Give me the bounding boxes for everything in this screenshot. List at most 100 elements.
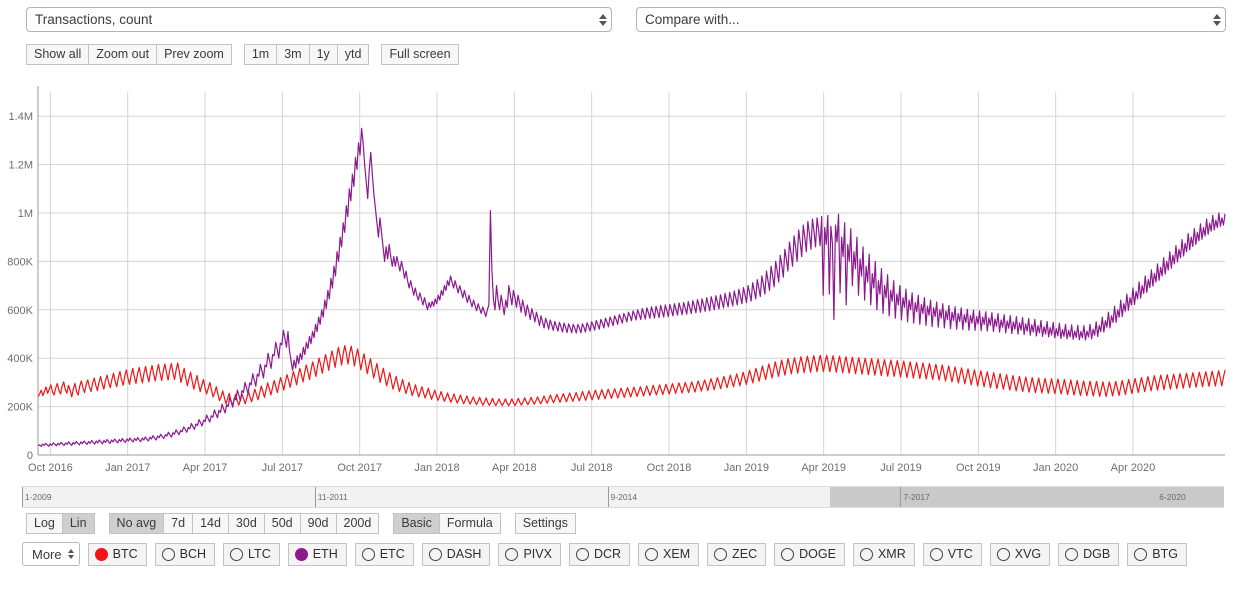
x-tick-label: Apr 2017: [183, 462, 228, 474]
coin-color-dot-pivx: [505, 548, 518, 561]
transactions-line-chart[interactable]: 0200K400K600K800K1M1.2M1.4M Oct 2016Jan …: [0, 74, 1234, 484]
x-tick-label: Oct 2016: [28, 462, 73, 474]
show-all-button[interactable]: Show all: [26, 44, 89, 65]
y-tick-label: 1M: [18, 208, 33, 220]
chevron-updown-icon[interactable]: [599, 14, 607, 26]
chart-toolbar: Show all Zoom out Prev zoom 1m 3m 1y ytd…: [0, 40, 1234, 68]
x-tick-label: Apr 2019: [801, 462, 846, 474]
x-tick-label: Jul 2017: [262, 462, 304, 474]
y-axis-labels: 0200K400K600K800K1M1.2M1.4M: [7, 111, 33, 462]
coin-color-dot-dash: [429, 548, 442, 561]
x-tick-label: Apr 2018: [492, 462, 537, 474]
coin-label: DGB: [1083, 547, 1110, 561]
range-3m-button[interactable]: 3m: [277, 44, 309, 65]
coin-label: ETC: [380, 547, 405, 561]
x-tick-label: Jan 2017: [105, 462, 150, 474]
navigator-label: 9-2014: [611, 492, 637, 502]
avg-50d-button[interactable]: 50d: [265, 513, 301, 534]
x-axis-labels: Oct 2016 Jan 2017 Apr 2017 Jul 2017 Oct 2017…: [28, 462, 1155, 474]
x-gridlines: [50, 92, 1133, 455]
coin-button-pivx[interactable]: PIVX: [498, 543, 561, 566]
navigator-tick: [608, 487, 609, 507]
coin-label: VTC: [948, 547, 973, 561]
coin-button-xmr[interactable]: XMR: [853, 543, 915, 566]
navigator-label: 11-2011: [318, 492, 348, 502]
range-navigator[interactable]: 1-200911-20119-20147-20176-2020: [22, 486, 1224, 508]
zoom-button-group: Show all Zoom out Prev zoom: [26, 44, 232, 65]
coin-color-dot-doge: [781, 548, 794, 561]
avg-none-button[interactable]: No avg: [109, 513, 165, 534]
coin-button-btc[interactable]: BTC: [88, 543, 147, 566]
coin-color-dot-vtc: [930, 548, 943, 561]
coin-label: ZEC: [732, 547, 757, 561]
avg-30d-button[interactable]: 30d: [229, 513, 265, 534]
settings-button[interactable]: Settings: [515, 513, 576, 534]
coin-label: DASH: [447, 547, 482, 561]
avg-14d-button[interactable]: 14d: [193, 513, 229, 534]
full-screen-button[interactable]: Full screen: [381, 44, 458, 65]
y-tick-label: 600K: [7, 305, 33, 317]
coin-label: XMR: [878, 547, 906, 561]
coin-buttons: BTC BCH LTC ETH ETC DASH PIVX DCR XEM ZEC DOGE XMR V…: [88, 543, 1187, 566]
chevron-updown-icon[interactable]: [68, 549, 74, 559]
metric-select[interactable]: Transactions, count: [26, 7, 612, 32]
navigator-tick: [315, 487, 316, 507]
coin-button-btg[interactable]: BTG: [1127, 543, 1187, 566]
range-1m-button[interactable]: 1m: [244, 44, 277, 65]
coin-label: BTC: [113, 547, 138, 561]
more-coins-button[interactable]: More: [22, 542, 80, 566]
coin-button-etc[interactable]: ETC: [355, 543, 414, 566]
coin-color-dot-xem: [645, 548, 658, 561]
coin-button-dgb[interactable]: DGB: [1058, 543, 1119, 566]
navigator-label: 1-2009: [25, 492, 51, 502]
chart-series: [38, 128, 1225, 446]
chart-area[interactable]: 0200K400K600K800K1M1.2M1.4M Oct 2016Jan …: [0, 74, 1234, 484]
scale-log-button[interactable]: Log: [26, 513, 63, 534]
x-tick-label: Jan 2019: [724, 462, 769, 474]
zoom-out-button[interactable]: Zoom out: [89, 44, 157, 65]
coin-color-dot-dgb: [1065, 548, 1078, 561]
coin-button-zec[interactable]: ZEC: [707, 543, 766, 566]
series-line-btc: [38, 346, 1225, 406]
coin-label: XVG: [1015, 547, 1041, 561]
x-tick-label: Jan 2020: [1033, 462, 1078, 474]
chart-options-row: Log Lin No avg 7d 14d 30d 50d 90d 200d B…: [0, 508, 1234, 538]
coin-label: DCR: [594, 547, 621, 561]
y-tick-label: 800K: [7, 256, 33, 268]
coin-button-eth[interactable]: ETH: [288, 543, 347, 566]
coin-color-dot-ltc: [230, 548, 243, 561]
coin-button-xem[interactable]: XEM: [638, 543, 699, 566]
coin-color-dot-eth: [295, 548, 308, 561]
avg-7d-button[interactable]: 7d: [164, 513, 193, 534]
x-tick-label: Oct 2017: [337, 462, 382, 474]
coin-button-xvg[interactable]: XVG: [990, 543, 1050, 566]
chevron-updown-icon[interactable]: [1213, 14, 1221, 26]
coin-button-bch[interactable]: BCH: [155, 543, 215, 566]
coin-button-dash[interactable]: DASH: [422, 543, 491, 566]
coin-color-dot-etc: [362, 548, 375, 561]
y-tick-label: 1.4M: [9, 111, 33, 123]
coin-button-ltc[interactable]: LTC: [223, 543, 280, 566]
avg-90d-button[interactable]: 90d: [301, 513, 337, 534]
scale-lin-button[interactable]: Lin: [63, 513, 95, 534]
coin-color-dot-xmr: [860, 548, 873, 561]
coin-button-dcr[interactable]: DCR: [569, 543, 630, 566]
y-gridlines: [38, 116, 1225, 406]
x-tick-label: Apr 2020: [1111, 462, 1156, 474]
compare-select[interactable]: Compare with...: [636, 7, 1226, 32]
avg-200d-button[interactable]: 200d: [337, 513, 380, 534]
coin-button-vtc[interactable]: VTC: [923, 543, 982, 566]
coin-color-dot-bch: [162, 548, 175, 561]
mode-formula-button[interactable]: Formula: [440, 513, 501, 534]
coin-button-doge[interactable]: DOGE: [774, 543, 845, 566]
y-tick-label: 0: [27, 450, 33, 462]
range-1y-button[interactable]: 1y: [310, 44, 338, 65]
coin-label: BCH: [180, 547, 206, 561]
average-button-group: No avg 7d 14d 30d 50d 90d 200d: [109, 513, 380, 534]
mode-basic-button[interactable]: Basic: [393, 513, 440, 534]
range-ytd-button[interactable]: ytd: [338, 44, 370, 65]
more-coins-label: More: [32, 547, 62, 562]
coin-label: DOGE: [799, 547, 836, 561]
prev-zoom-button[interactable]: Prev zoom: [157, 44, 232, 65]
x-tick-label: Jul 2018: [571, 462, 613, 474]
